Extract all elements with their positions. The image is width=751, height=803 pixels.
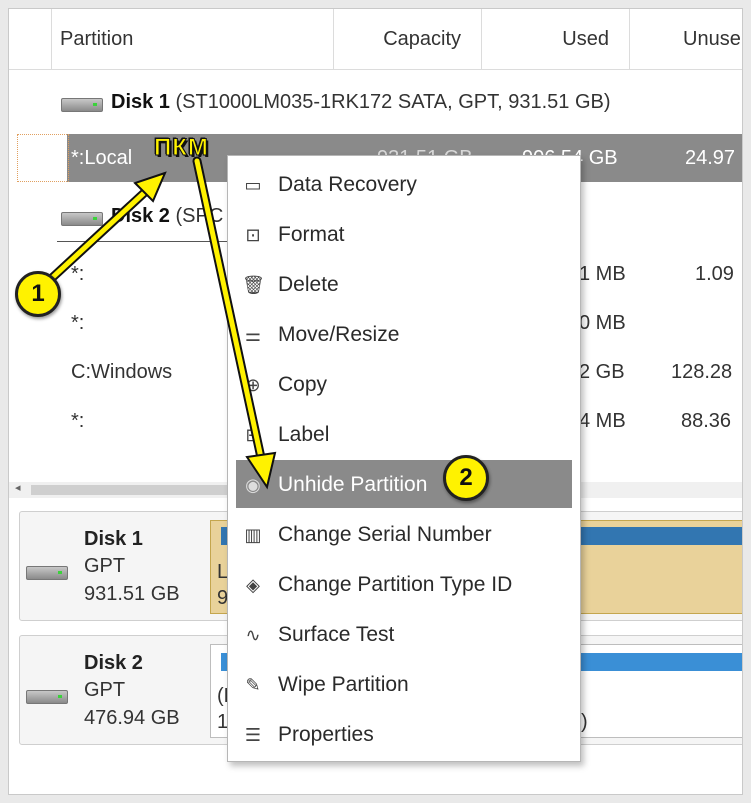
partition-manager-window: Partition Capacity Used Unuse Disk 1 (ST… [8, 8, 743, 795]
step-1-badge: 1 [15, 271, 61, 317]
arrowhead [245, 451, 277, 490]
rmb-label: ПКМ [154, 134, 209, 162]
arrow-to-row [50, 178, 160, 280]
step-2-badge: 2 [443, 455, 489, 501]
arrow-to-unhide [194, 158, 266, 470]
annotation-arrows [48, 156, 277, 490]
